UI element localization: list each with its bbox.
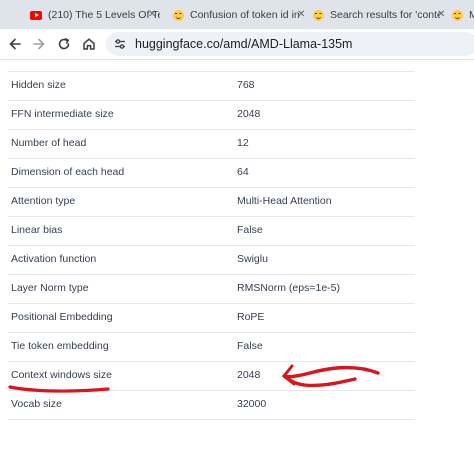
tab-close-icon[interactable]: ✕ [148, 9, 156, 20]
tab-search-results[interactable]: Search results for 'conte [312, 3, 440, 27]
spec-value: Swiglu [237, 253, 268, 265]
spec-key: Vocab size [11, 398, 62, 410]
table-row: Context windows size 2048 [8, 361, 415, 391]
spec-key: FFN intermediate size [11, 108, 114, 120]
hugging-face-icon [172, 9, 184, 21]
table-row: Activation function Swiglu [8, 245, 415, 275]
table-row: Hidden size 768 [8, 71, 415, 101]
hugging-face-icon [312, 9, 324, 21]
spec-key: Context windows size [11, 369, 112, 381]
tab-close-icon[interactable]: ✕ [437, 9, 445, 20]
spec-value: Multi-Head Attention [237, 195, 332, 207]
spec-key: Activation function [11, 253, 97, 265]
spec-value: RMSNorm (eps=1e-5) [237, 282, 340, 294]
tab-close-icon[interactable]: ✕ [297, 9, 305, 20]
table-row: Layer Norm type RMSNorm (eps=1e-5) [8, 274, 415, 304]
tab-confusion[interactable]: Confusion of token id in [172, 3, 302, 27]
tab-title: Confusion of token id in [190, 9, 300, 21]
table-row [8, 42, 415, 72]
tab-title: (210) The 5 Levels Of Text [48, 9, 160, 21]
model-spec-table: Hidden size 768 FFN intermediate size 20… [0, 60, 474, 452]
hugging-face-icon [451, 9, 463, 21]
table-row: Tie token embedding False [8, 332, 415, 362]
table-row: FFN intermediate size 2048 [8, 100, 415, 130]
spec-key: Positional Embedding [11, 311, 113, 323]
tab-youtube[interactable]: (210) The 5 Levels Of Text [30, 3, 160, 27]
table-row: Linear bias False [8, 216, 415, 246]
spec-value: 64 [237, 166, 249, 178]
spec-value: False [237, 340, 263, 352]
spec-value: 2048 [237, 369, 261, 381]
spec-key: Tie token embedding [11, 340, 109, 352]
tab-title: Search results for 'conte [330, 9, 440, 21]
spec-value: 768 [237, 79, 255, 91]
table-row: Dimension of each head 64 [8, 158, 415, 188]
spec-key: Number of head [11, 137, 87, 149]
table-row: Positional Embedding RoPE [8, 303, 415, 333]
spec-key: Dimension of each head [11, 166, 125, 178]
spec-value: 12 [237, 137, 249, 149]
spec-key: Layer Norm type [11, 282, 89, 294]
table-row: Number of head 12 [8, 129, 415, 159]
tab-strip: (210) The 5 Levels Of Text Confusion of … [0, 0, 474, 29]
tab-more[interactable]: M [451, 3, 474, 27]
spec-value: 2048 [237, 108, 261, 120]
spec-key: Hidden size [11, 79, 66, 91]
spec-value: 32000 [237, 398, 267, 410]
spec-value: RoPE [237, 311, 265, 323]
table-row: Vocab size 32000 [8, 390, 415, 420]
youtube-icon [30, 9, 42, 21]
tab-title: M [469, 9, 474, 21]
spec-key: Linear bias [11, 224, 63, 236]
spec-key: Attention type [11, 195, 76, 207]
table-row: Attention type Multi-Head Attention [8, 187, 415, 217]
spec-value: False [237, 224, 263, 236]
